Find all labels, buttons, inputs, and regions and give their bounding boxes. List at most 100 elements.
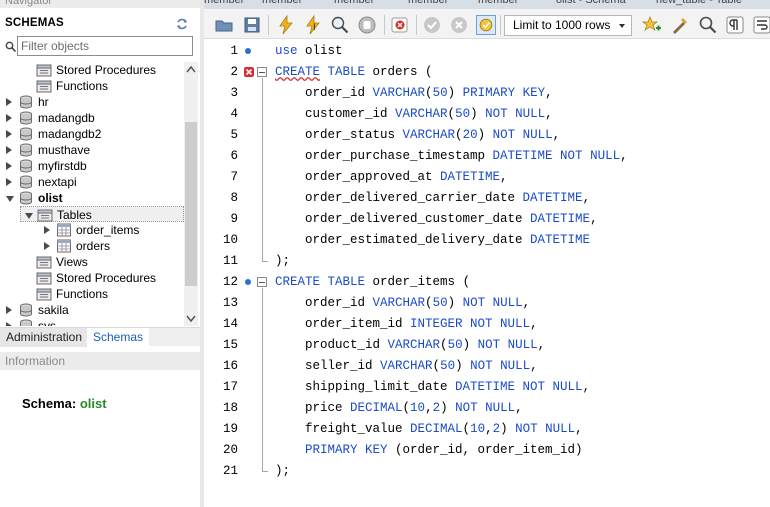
collapsed-arrow-icon[interactable] — [6, 98, 12, 106]
expanded-arrow-icon[interactable] — [6, 196, 14, 202]
tree-item-tables[interactable]: Tables — [20, 206, 184, 222]
tree-item-label: musthave — [38, 143, 91, 157]
code-line[interactable]: order_estimated_delivery_date DATETIME — [275, 230, 590, 251]
save-icon[interactable] — [242, 15, 262, 35]
code-line[interactable]: order_id VARCHAR(50) NOT NULL, — [275, 293, 530, 314]
tree-item-schema-hr[interactable]: hr — [0, 94, 184, 110]
editor-tab[interactable]: member — [408, 0, 448, 8]
find-icon[interactable] — [698, 15, 718, 35]
tree-item-schema-madangdb[interactable]: madangdb — [0, 110, 184, 126]
tree-item-functions[interactable]: Functions — [0, 286, 184, 302]
folder-icon — [36, 271, 52, 285]
line-number: 6 — [230, 149, 238, 163]
execute-current-icon[interactable]: I — [303, 15, 323, 35]
explain-icon[interactable] — [330, 15, 350, 35]
tree-item-stored-procedures[interactable]: Stored Procedures — [0, 62, 184, 78]
tree-item-schema-madangdb2[interactable]: madangdb2 — [0, 126, 184, 142]
limit-rows-select[interactable]: Limit to 1000 rows — [504, 15, 632, 36]
tree-item-schema-sys[interactable]: sys — [0, 318, 184, 326]
editor-tab[interactable]: member — [204, 0, 244, 8]
tree-item-schema-musthave[interactable]: musthave — [0, 142, 184, 158]
tree-item-schema-olist[interactable]: olist — [0, 190, 184, 206]
wrap-icon[interactable] — [752, 15, 770, 35]
stop-icon[interactable] — [357, 15, 377, 35]
statement-marker-icon[interactable] — [244, 41, 251, 54]
invisible-chars-icon[interactable] — [725, 15, 745, 35]
tree-item-table-order-items[interactable]: order_items — [0, 222, 184, 238]
collapsed-arrow-icon[interactable] — [44, 242, 50, 250]
code-text: ) — [470, 107, 486, 121]
editor-tab[interactable]: new_table - Table — [656, 0, 742, 8]
open-folder-icon[interactable] — [214, 15, 234, 35]
toolbar-separator — [384, 15, 385, 35]
editor-tab[interactable]: member — [478, 0, 518, 8]
editor-tab[interactable]: member — [334, 0, 374, 8]
code-line[interactable]: order_approved_at DATETIME, — [275, 167, 508, 188]
tree-item-views[interactable]: Views — [0, 254, 184, 270]
collapsed-arrow-icon[interactable] — [6, 178, 12, 186]
editor-tab[interactable]: member — [262, 0, 302, 8]
scroll-up-icon[interactable] — [184, 62, 198, 78]
collapsed-arrow-icon[interactable] — [44, 226, 50, 234]
code-line[interactable]: use olist — [275, 41, 343, 62]
code-line[interactable]: customer_id VARCHAR(50) NOT NULL, — [275, 104, 553, 125]
commit-icon[interactable] — [422, 15, 442, 35]
rollback-icon[interactable] — [449, 15, 469, 35]
tree-item-schema-sakila[interactable]: sakila — [0, 302, 184, 318]
tree-item-table-orders[interactable]: orders — [0, 238, 184, 254]
collapsed-arrow-icon[interactable] — [6, 130, 12, 138]
expanded-arrow-icon[interactable] — [25, 213, 33, 219]
code-line[interactable]: shipping_limit_date DATETIME NOT NULL, — [275, 377, 590, 398]
collapsed-arrow-icon[interactable] — [6, 162, 12, 170]
statement-marker-icon[interactable] — [244, 272, 251, 285]
database-icon — [18, 319, 34, 326]
refresh-icon[interactable] — [175, 17, 189, 31]
database-icon — [18, 127, 34, 141]
collapsed-arrow-icon[interactable] — [6, 114, 12, 122]
tree-item-label: orders — [76, 239, 111, 253]
code-line[interactable]: order_item_id INTEGER NOT NULL, — [275, 314, 538, 335]
code-line[interactable]: order_purchase_timestamp DATETIME NOT NU… — [275, 146, 628, 167]
sql-editor[interactable]: 1 2 3 4 5 6 7 8 9 10 11 12 13 14 15 16 17 18 19 20 21 use ol… — [204, 40, 770, 507]
tree-item-schema-nextapi[interactable]: nextapi — [0, 174, 184, 190]
tab-schemas[interactable]: Schemas — [87, 328, 150, 347]
line-number: 20 — [222, 443, 238, 457]
fold-toggle-icon[interactable] — [257, 277, 267, 287]
beautify-icon[interactable] — [670, 15, 690, 35]
filter-objects-input[interactable] — [17, 36, 193, 56]
tree-item-functions[interactable]: Functions — [0, 78, 184, 94]
code-line[interactable]: ); — [275, 251, 290, 272]
fold-toggle-icon[interactable] — [257, 67, 267, 77]
add-snippet-icon[interactable] — [642, 15, 662, 35]
code-line[interactable]: freight_value DECIMAL(10,2) NOT NULL, — [275, 419, 583, 440]
execute-icon[interactable] — [276, 15, 296, 35]
code-line[interactable]: price DECIMAL(10,2) NOT NULL, — [275, 398, 523, 419]
toggle-error-icon[interactable] — [390, 15, 410, 35]
collapsed-arrow-icon[interactable] — [6, 306, 12, 314]
autocommit-icon[interactable] — [476, 15, 496, 35]
code-line[interactable]: CREATE TABLE order_items ( — [275, 272, 470, 293]
collapsed-arrow-icon[interactable] — [6, 322, 12, 326]
code-line[interactable]: PRIMARY KEY (order_id, order_item_id) — [275, 440, 583, 461]
error-marker-icon[interactable] — [244, 62, 254, 80]
tree-item-label: nextapi — [38, 175, 77, 189]
code-line[interactable]: CREATE TABLE orders ( — [275, 62, 433, 83]
tree-item-stored-procedures[interactable]: Stored Procedures — [0, 270, 184, 286]
tree-item-schema-myfirstdb[interactable]: myfirstdb — [0, 158, 184, 174]
tab-administration[interactable]: Administration — [0, 328, 90, 347]
tree-scrollbar[interactable] — [184, 62, 198, 326]
code-line[interactable]: order_delivered_carrier_date DATETIME, — [275, 188, 590, 209]
database-icon — [18, 303, 34, 317]
code-line[interactable]: order_status VARCHAR(20) NOT NULL, — [275, 125, 560, 146]
editor-tab[interactable]: olist - Schema — [556, 0, 626, 8]
code-line[interactable]: ); — [275, 461, 290, 482]
scroll-thumb[interactable] — [185, 122, 197, 286]
code-line[interactable]: order_id VARCHAR(50) PRIMARY KEY, — [275, 83, 553, 104]
code-line[interactable]: seller_id VARCHAR(50) NOT NULL, — [275, 356, 538, 377]
line-number: 17 — [222, 380, 238, 394]
scroll-down-icon[interactable] — [184, 310, 198, 326]
code-line[interactable]: order_delivered_customer_date DATETIME, — [275, 209, 598, 230]
code-line[interactable]: product_id VARCHAR(50) NOT NULL, — [275, 335, 545, 356]
collapsed-arrow-icon[interactable] — [6, 146, 12, 154]
